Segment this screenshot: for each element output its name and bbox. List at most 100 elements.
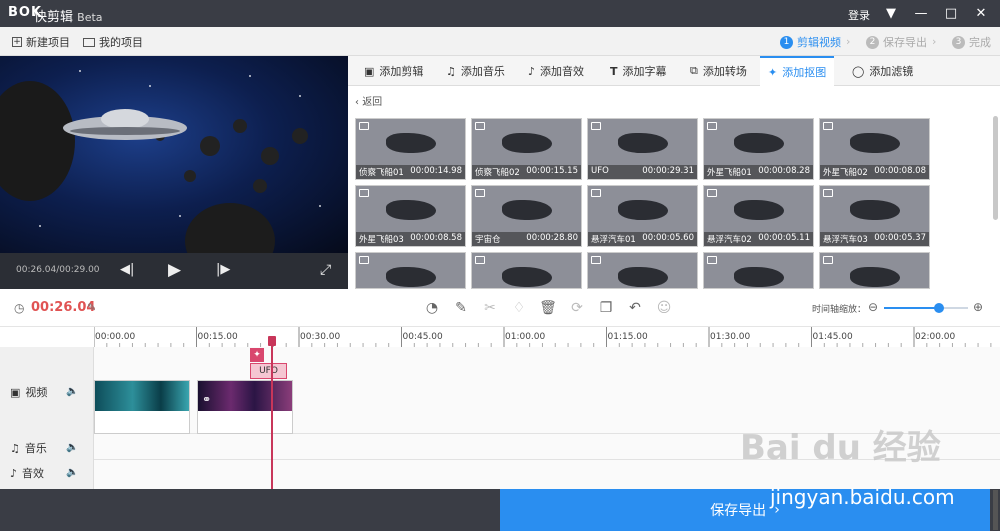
zoom-slider-knob[interactable] (933, 303, 944, 313)
asset-thumbnail[interactable]: 悬浮汽车02 00:00:05.11 (703, 185, 814, 247)
chevron-right-icon: › (932, 35, 937, 48)
asset-thumbnail[interactable]: 外星飞船03 00:00:08.58 (355, 185, 466, 247)
asset-name: 外星飞船01 (707, 168, 752, 178)
minimize-icon[interactable]: — (906, 0, 936, 27)
video-volume-icon[interactable]: 🔈 (66, 386, 78, 397)
scissors-icon[interactable]: ✂ (482, 300, 498, 316)
asset-name: 外星飞船03 (359, 235, 404, 245)
camera-icon (707, 189, 717, 197)
asset-preview-shape (850, 200, 900, 220)
back-link[interactable]: ‹ 返回 (355, 93, 382, 108)
prev-frame-icon[interactable]: ◀​| (120, 262, 134, 277)
edit-time-icon[interactable]: ✎ (87, 301, 96, 314)
link-icon: ⚭ (202, 393, 212, 406)
asset-thumbnail[interactable] (587, 252, 698, 289)
asset-thumbnail[interactable] (471, 252, 582, 289)
pencil-icon[interactable]: ✎ (453, 300, 469, 316)
ruler-label: 01:30.00 (710, 332, 751, 342)
asset-preview-shape (502, 200, 552, 220)
next-frame-icon[interactable]: |▶ (216, 262, 230, 277)
chevron-right-icon: › (846, 35, 851, 48)
copy-icon[interactable]: ❐ (598, 300, 614, 316)
step-edit-video[interactable]: 1 剪辑视频 (780, 34, 841, 50)
dropdown-menu-icon[interactable]: ▼ (876, 0, 906, 27)
video-clip-2[interactable]: ⚭ (197, 380, 293, 434)
camera-icon (359, 189, 369, 197)
tab-add-music[interactable]: ♫ 添加音乐 (438, 56, 513, 86)
asset-thumbnail[interactable] (355, 252, 466, 289)
asset-duration: 00:00:05.60 (642, 233, 694, 243)
ufo-overlay-clip[interactable]: UFO (250, 363, 287, 379)
asset-thumbnail[interactable]: 外星飞船02 00:00:08.08 (819, 118, 930, 180)
asset-thumbnail[interactable]: 宇宙仓 00:00:28.80 (471, 185, 582, 247)
sound-effect-icon: ♪ (10, 466, 18, 480)
speed-icon[interactable]: ◔ (424, 300, 440, 316)
asset-tabs: ▣ 添加剪辑 ♫ 添加音乐 ♪ 添加音效 T 添加字幕 ⧉ 添加转场 ✦ 添加抠图 ◯ 添加滤… (348, 56, 1000, 86)
clip-thumbnail (198, 381, 292, 411)
playhead-handle[interactable] (268, 336, 276, 346)
asset-caption: 悬浮汽车01 00:00:05.60 (588, 232, 697, 246)
camera-icon (475, 189, 485, 197)
fullscreen-icon[interactable]: ⤢ (320, 262, 331, 278)
tab-add-subtitle[interactable]: T 添加字幕 (602, 56, 675, 86)
asset-thumbnail[interactable]: 侦察飞船01 00:00:14.98 (355, 118, 466, 180)
asset-duration: 00:00:28.80 (526, 233, 578, 243)
asset-thumbnail[interactable] (703, 252, 814, 289)
title-bar: BOK 快剪辑 Beta 登录 ▼ — □ ✕ (0, 0, 1000, 27)
asset-thumbnail[interactable]: 悬浮汽车03 00:00:05.37 (819, 185, 930, 247)
text-icon: T (610, 64, 618, 78)
bell-icon[interactable]: ♢ (511, 300, 527, 316)
track-labels: ▣ 视频 🔈 ♫ 音乐 🔈 ♪ 音效 🔈 (0, 347, 94, 489)
effects-volume-icon[interactable]: 🔈 (66, 467, 78, 478)
player-controls: 00:26.04/00:29.00 ◀​| ▶ |▶ ⤢ (0, 253, 348, 289)
video-preview[interactable] (0, 56, 348, 253)
tab-add-cutout[interactable]: ✦ 添加抠图 (760, 56, 835, 86)
play-icon[interactable]: ▶ (168, 260, 181, 280)
asset-caption: 侦察飞船01 00:00:14.98 (356, 165, 465, 179)
asset-scrollbar[interactable] (993, 116, 998, 220)
tab-add-filter[interactable]: ◯ 添加滤镜 (844, 56, 921, 86)
tab-add-transition[interactable]: ⧉ 添加转场 (682, 56, 755, 86)
smiley-icon[interactable]: ☺ (656, 300, 672, 316)
undo-icon[interactable]: ↶ (627, 300, 643, 316)
login-link[interactable]: 登录 (848, 7, 870, 23)
asset-thumbnail[interactable]: 悬浮汽车01 00:00:05.60 (587, 185, 698, 247)
close-icon[interactable]: ✕ (966, 0, 996, 27)
camera-icon (475, 256, 485, 264)
asset-caption: 外星飞船01 00:00:08.28 (704, 165, 813, 179)
camera-icon (359, 256, 369, 264)
playhead-line[interactable] (271, 338, 273, 489)
trash-icon[interactable]: 🗑 (539, 300, 557, 316)
zoom-out-icon[interactable]: ⊖ (868, 300, 878, 314)
baidu-watermark-url: jingyan.baidu.com (770, 485, 955, 509)
rotate-icon[interactable]: ⟳ (569, 300, 585, 316)
music-volume-icon[interactable]: 🔈 (66, 442, 78, 453)
asset-name: 宇宙仓 (475, 235, 501, 245)
ruler-label: 00:45.00 (403, 332, 444, 342)
camera-icon (591, 189, 601, 197)
asset-caption: 外星飞船03 00:00:08.58 (356, 232, 465, 246)
my-projects-button[interactable]: 我的项目 (83, 34, 143, 50)
asset-thumbnail[interactable]: UFO 00:00:29.31 (587, 118, 698, 180)
camera-icon (823, 256, 833, 264)
asset-thumbnail[interactable]: 外星飞船01 00:00:08.28 (703, 118, 814, 180)
step-save-export[interactable]: 2 保存导出 (866, 34, 927, 50)
tab-add-clip[interactable]: ▣ 添加剪辑 (356, 56, 431, 86)
asset-thumbnail[interactable]: 侦察飞船02 00:00:15.15 (471, 118, 582, 180)
asset-preview-shape (618, 200, 668, 220)
maximize-icon[interactable]: □ (936, 0, 966, 27)
step-done[interactable]: 3 完成 (952, 34, 991, 50)
baidu-watermark-logo: Bai du 经验 (740, 428, 941, 468)
asset-name: 悬浮汽车01 (591, 235, 636, 245)
folder-icon (83, 37, 95, 47)
zoom-slider-track[interactable] (884, 303, 968, 313)
asset-thumbnail[interactable] (819, 252, 930, 289)
cutout-overlay-icon[interactable]: ✦ (250, 348, 264, 362)
right-scrollbar[interactable] (993, 490, 998, 530)
zoom-in-icon[interactable]: ⊕ (973, 300, 983, 314)
timeline-ruler[interactable]: 00:00.00 00:15.00 00:30.00 00:45.00 01:00.00… (94, 327, 1000, 347)
ruler-label: 00:00.00 (95, 332, 136, 342)
video-clip-1[interactable] (94, 380, 190, 434)
tab-add-sound-effect[interactable]: ♪ 添加音效 (520, 56, 592, 86)
new-project-button[interactable]: + 新建项目 (12, 34, 70, 50)
